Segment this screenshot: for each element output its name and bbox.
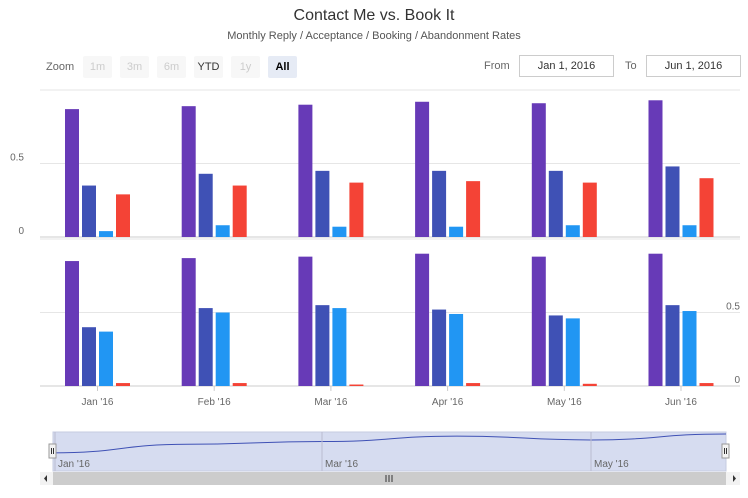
bar-booking — [99, 331, 113, 386]
bar-abandonment — [582, 182, 597, 237]
bar-reply — [415, 253, 430, 386]
bar-booking — [332, 226, 347, 237]
bar-reply — [531, 256, 546, 386]
bar-acceptance — [82, 327, 96, 386]
bar-acceptance — [665, 166, 680, 237]
bar-reply — [648, 100, 663, 237]
bar-acceptance — [548, 170, 563, 237]
bar-booking — [215, 225, 230, 237]
navigator-label: May '16 — [594, 459, 629, 470]
bar-reply — [65, 261, 79, 386]
bar-abandonment — [582, 383, 597, 386]
bar-abandonment — [232, 383, 247, 386]
navigator[interactable]: Jan '16 Mar '16 May '16 — [40, 431, 740, 485]
bottom-panel: 00.5 — [40, 238, 740, 387]
bar-acceptance — [432, 170, 447, 237]
bar-reply — [298, 256, 313, 386]
bar-reply — [65, 109, 79, 237]
top-panel: 00.5 — [10, 89, 740, 238]
y-tick-label: 0 — [734, 375, 740, 386]
bar-acceptance — [315, 305, 330, 386]
bar-acceptance — [198, 308, 213, 386]
x-tick-label: Apr '16 — [432, 397, 464, 408]
bar-reply — [181, 106, 196, 237]
bar-acceptance — [665, 305, 680, 386]
bar-acceptance — [82, 185, 96, 237]
bar-booking — [682, 311, 697, 386]
bar-booking — [682, 225, 697, 237]
bar-abandonment — [699, 383, 714, 386]
bar-booking — [449, 313, 464, 386]
bar-booking — [215, 312, 230, 386]
x-tick-label: Jan '16 — [82, 397, 114, 408]
bar-reply — [648, 253, 663, 386]
bar-reply — [298, 104, 313, 237]
x-tick-label: Jun '16 — [665, 397, 697, 408]
bar-acceptance — [432, 309, 447, 386]
x-tick-label: Feb '16 — [198, 397, 231, 408]
bar-reply — [181, 258, 196, 386]
bar-booking — [565, 318, 580, 386]
bar-abandonment — [116, 383, 130, 386]
navigator-left-handle[interactable] — [48, 443, 57, 459]
bar-abandonment — [699, 178, 714, 237]
bar-booking — [565, 225, 580, 237]
bar-acceptance — [315, 170, 330, 237]
bar-acceptance — [198, 173, 213, 237]
navigator-label: Mar '16 — [325, 459, 358, 470]
x-tick-label: Mar '16 — [314, 397, 347, 408]
bar-booking — [449, 226, 464, 237]
bar-abandonment — [116, 194, 130, 237]
navigator-label: Jan '16 — [58, 459, 90, 470]
bar-abandonment — [232, 185, 247, 237]
y-tick-label: 0 — [18, 226, 24, 237]
y-tick-label: 0.5 — [726, 302, 740, 313]
y-tick-label: 0.5 — [10, 153, 24, 164]
bar-reply — [531, 103, 546, 237]
bar-abandonment — [466, 181, 481, 237]
bar-abandonment — [466, 383, 481, 386]
bar-abandonment — [349, 182, 364, 237]
bar-acceptance — [548, 315, 563, 386]
navigator-right-handle[interactable] — [721, 443, 730, 459]
bar-booking — [332, 308, 347, 386]
chart-canvas: 00.5 00.5 Jan '16 Feb '16 Mar '16 Apr '16 Ma… — [10, 89, 740, 485]
bar-reply — [415, 101, 430, 237]
bar-booking — [99, 231, 113, 237]
bar-abandonment — [349, 384, 364, 386]
x-tick-label: May '16 — [547, 397, 582, 408]
x-axis: Jan '16 Feb '16 Mar '16 Apr '16 May '16 Jun '… — [82, 386, 697, 408]
